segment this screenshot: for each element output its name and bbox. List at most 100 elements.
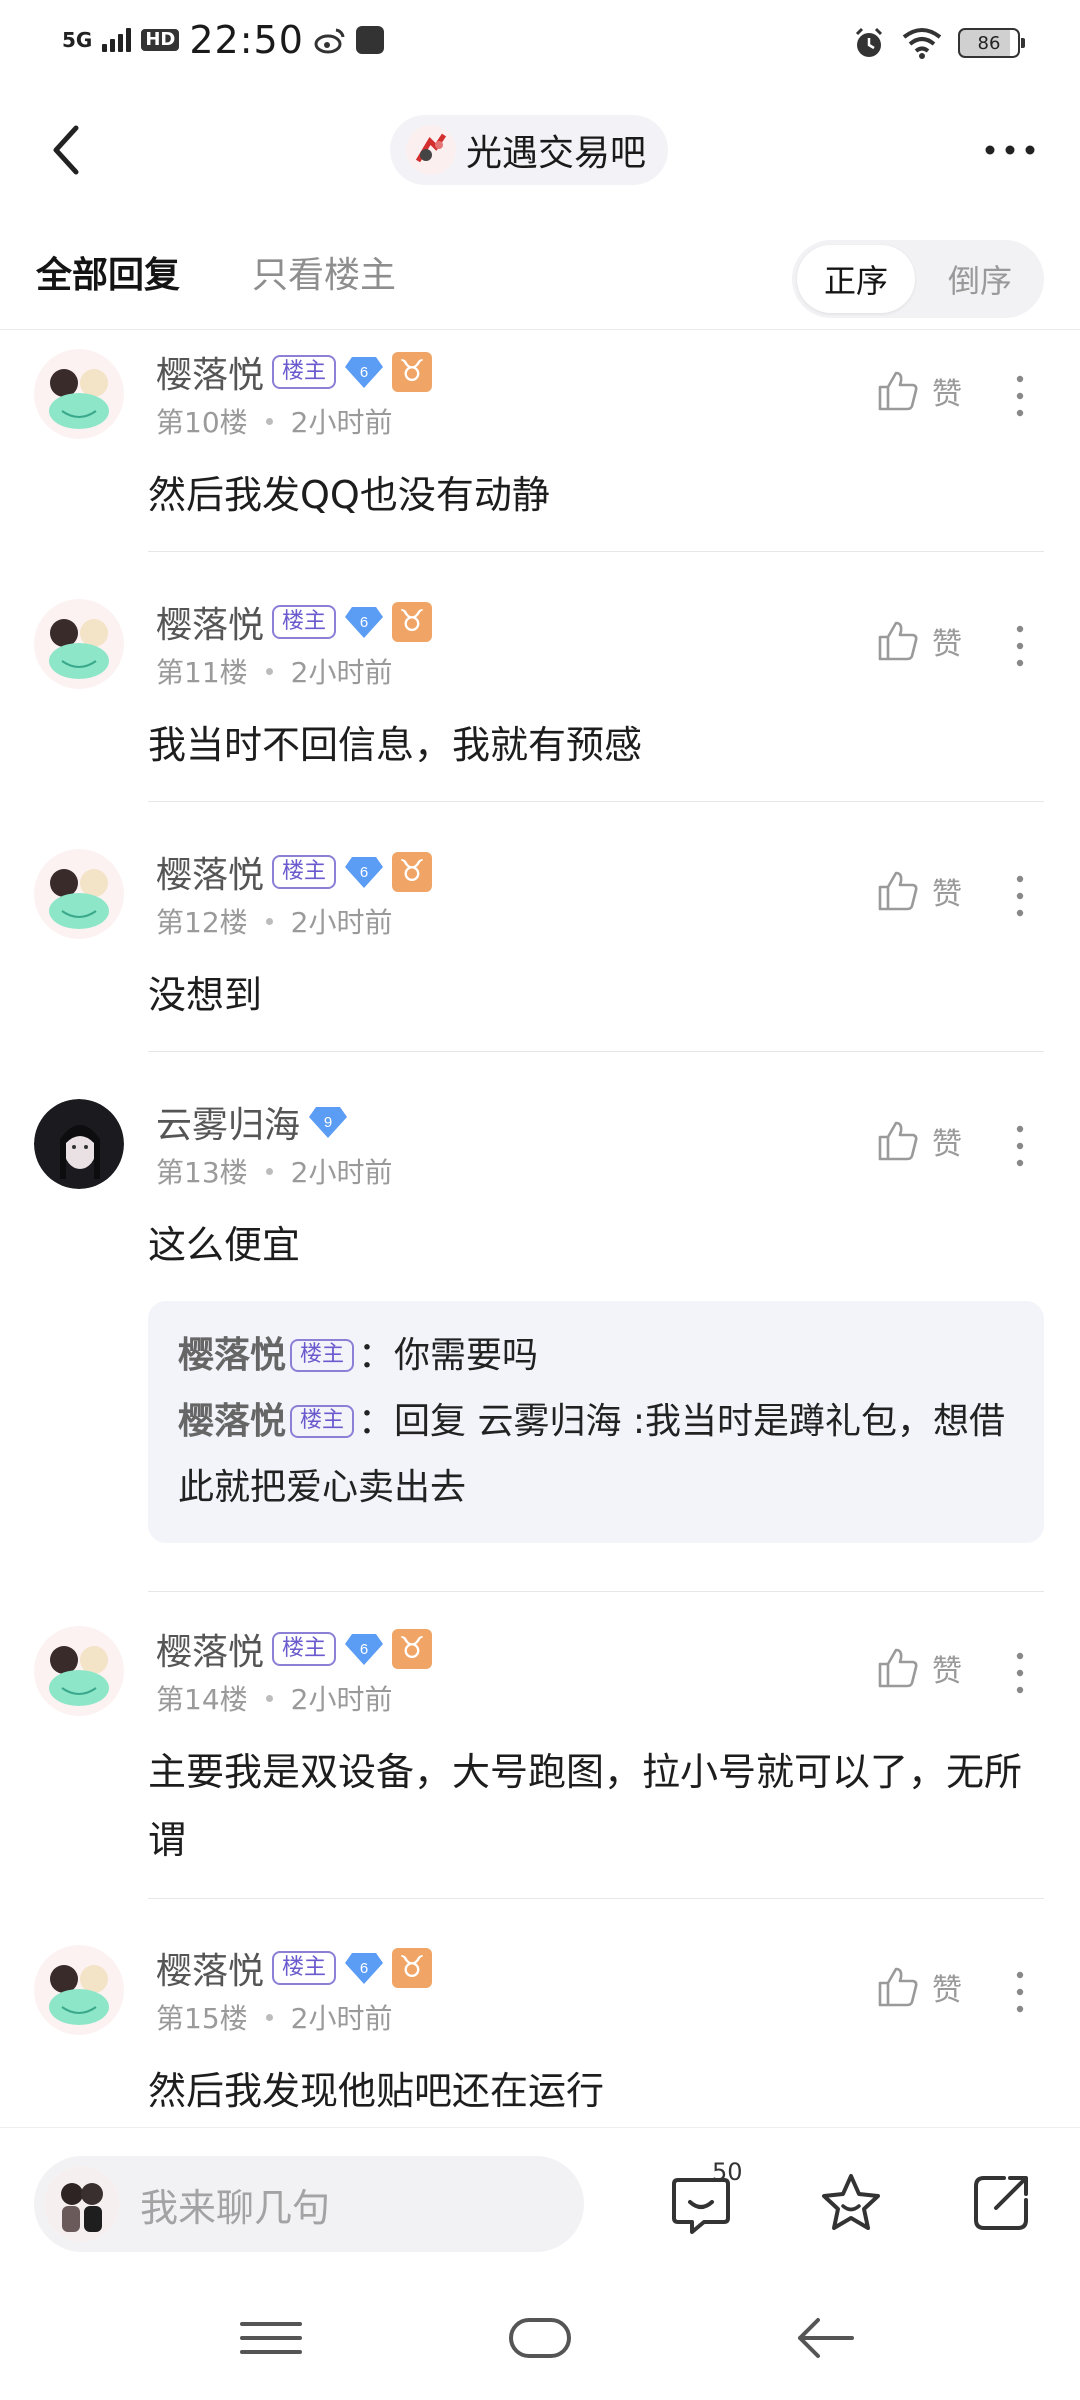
tab-only-op[interactable]: 只看楼主 xyxy=(252,246,396,298)
bottom-action-bar: 我来聊几句 50 xyxy=(0,2127,1080,2277)
meta-dot xyxy=(265,417,273,425)
like-button[interactable]: 赞 xyxy=(876,869,962,913)
post-content: 主要我是双设备，大号跑图，拉小号就可以了，无所谓 xyxy=(148,1750,1023,1862)
thumbs-up-icon xyxy=(878,1121,918,1161)
more-options-icon[interactable] xyxy=(980,132,1040,168)
order-asc-button[interactable]: 正序 xyxy=(797,245,915,313)
forum-title-pill[interactable]: 光遇交易吧 xyxy=(390,115,669,185)
username[interactable]: 樱落悦 xyxy=(156,1623,264,1675)
battery-icon: 86 xyxy=(958,28,1025,58)
floor-number: 第13楼 xyxy=(156,1156,248,1189)
thumbs-up-icon xyxy=(878,1967,918,2007)
status-bar: 5G HD 22:50 86 xyxy=(0,0,1080,90)
like-button[interactable]: 赞 xyxy=(876,1646,962,1690)
share-icon[interactable] xyxy=(966,2168,1036,2238)
user-avatar[interactable] xyxy=(34,349,124,439)
like-button[interactable]: 赞 xyxy=(876,1119,962,1163)
op-badge: 楼主 xyxy=(272,1631,337,1667)
post-more-icon[interactable] xyxy=(1010,1967,1030,2017)
divider xyxy=(148,1898,1044,1899)
reply-filter-tabs: 全部回复 只看楼主 正序 倒序 xyxy=(0,230,1080,330)
weibo-icon xyxy=(314,28,345,54)
thumbs-up-icon xyxy=(878,621,918,661)
post-time: 2小时前 xyxy=(290,406,393,439)
user-avatar[interactable] xyxy=(34,1099,124,1189)
divider xyxy=(148,1051,1044,1052)
comment-placeholder: 我来聊几句 xyxy=(140,2185,331,2230)
forum-name: 光遇交易吧 xyxy=(466,133,647,174)
tab-all-replies[interactable]: 全部回复 xyxy=(36,246,180,298)
back-nav-icon[interactable] xyxy=(790,2308,860,2368)
sub-reply[interactable]: 樱落悦 楼主 ：回复 云雾归海 :我当时是蹲礼包，想借此就把爱心卖出去 xyxy=(178,1389,1014,1521)
like-button[interactable]: 赞 xyxy=(876,1965,962,2009)
back-icon[interactable] xyxy=(46,120,86,180)
home-icon[interactable] xyxy=(505,2308,575,2368)
taurus-icon: ♉ xyxy=(392,1629,433,1669)
like-label: 赞 xyxy=(932,1973,962,2008)
sub-reply[interactable]: 樱落悦 楼主 ：你需要吗 xyxy=(178,1323,1014,1389)
taurus-icon: ♉ xyxy=(392,1948,433,1988)
signal-icon xyxy=(102,28,132,52)
username[interactable]: 樱落悦 xyxy=(156,596,264,648)
user-avatar[interactable] xyxy=(34,1945,124,2035)
username[interactable]: 云雾归海 xyxy=(156,1096,300,1148)
level-badge-icon: 6 xyxy=(345,857,384,888)
op-badge: 楼主 xyxy=(272,354,337,390)
level-badge-icon: 9 xyxy=(309,1107,348,1138)
divider xyxy=(148,551,1044,552)
user-avatar[interactable] xyxy=(34,1626,124,1716)
user-avatar[interactable] xyxy=(34,849,124,939)
username[interactable]: 樱落悦 xyxy=(156,846,264,898)
sub-reply-author[interactable]: 樱落悦 xyxy=(178,1335,286,1376)
comment-input[interactable]: 我来聊几句 xyxy=(34,2156,584,2252)
level-number: 6 xyxy=(360,1641,368,1658)
like-label: 赞 xyxy=(932,877,962,912)
op-badge: 楼主 xyxy=(290,1339,355,1372)
post-more-icon[interactable] xyxy=(1010,1121,1030,1171)
user-avatar[interactable] xyxy=(34,599,124,689)
sub-reply-author[interactable]: 樱落悦 xyxy=(178,1401,286,1442)
order-desc-button[interactable]: 倒序 xyxy=(921,245,1039,313)
floor-number: 第12楼 xyxy=(156,906,248,939)
level-badge-icon: 6 xyxy=(345,1634,384,1665)
username[interactable]: 樱落悦 xyxy=(156,1942,264,1994)
post-content: 然后我发现他贴吧还在运行 xyxy=(148,2069,605,2113)
system-nav-bar xyxy=(0,2280,1080,2400)
alarm-icon xyxy=(855,27,883,57)
battery-level: 86 xyxy=(977,32,1001,54)
like-label: 赞 xyxy=(932,1654,962,1689)
like-button[interactable]: 赞 xyxy=(876,619,962,663)
meta-dot xyxy=(265,2013,273,2021)
meta-dot xyxy=(265,1167,273,1175)
meta-dot xyxy=(265,1694,273,1702)
divider xyxy=(148,1591,1044,1592)
level-number: 9 xyxy=(324,1114,332,1131)
floor-number: 第11楼 xyxy=(156,656,248,689)
taurus-icon: ♉ xyxy=(392,852,433,892)
sub-reply-text: ：你需要吗 xyxy=(358,1335,539,1376)
floor-number: 第10楼 xyxy=(156,406,248,439)
op-badge: 楼主 xyxy=(272,1950,337,1986)
reply-feed: 樱落悦 楼主 6 ♉ 第10楼 2小时前 赞 然后我发QQ也没有动静 樱落悦 楼… xyxy=(0,331,1080,2126)
post-more-icon[interactable] xyxy=(1010,371,1030,421)
username[interactable]: 樱落悦 xyxy=(156,346,264,398)
floor-number: 第15楼 xyxy=(156,2002,248,2035)
post-time: 2小时前 xyxy=(290,906,393,939)
floor-number: 第14楼 xyxy=(156,1683,248,1716)
post-more-icon[interactable] xyxy=(1010,621,1030,671)
taurus-icon: ♉ xyxy=(392,602,433,642)
menu-icon[interactable] xyxy=(236,2308,306,2368)
star-icon[interactable] xyxy=(816,2168,886,2238)
level-number: 6 xyxy=(360,614,368,631)
level-number: 6 xyxy=(360,864,368,881)
post-more-icon[interactable] xyxy=(1010,871,1030,921)
post-more-icon[interactable] xyxy=(1010,1648,1030,1698)
meta-dot xyxy=(265,667,273,675)
hd-badge: HD xyxy=(141,29,180,51)
sub-reply-box[interactable]: 樱落悦 楼主 ：你需要吗 樱落悦 楼主 ：回复 云雾归海 :我当时是蹲礼包，想借此就把爱… xyxy=(148,1301,1044,1543)
like-button[interactable]: 赞 xyxy=(876,369,962,413)
op-badge: 楼主 xyxy=(290,1405,355,1438)
thumbs-up-icon xyxy=(878,871,918,911)
op-badge: 楼主 xyxy=(272,604,337,640)
post-time: 2小时前 xyxy=(290,1156,393,1189)
